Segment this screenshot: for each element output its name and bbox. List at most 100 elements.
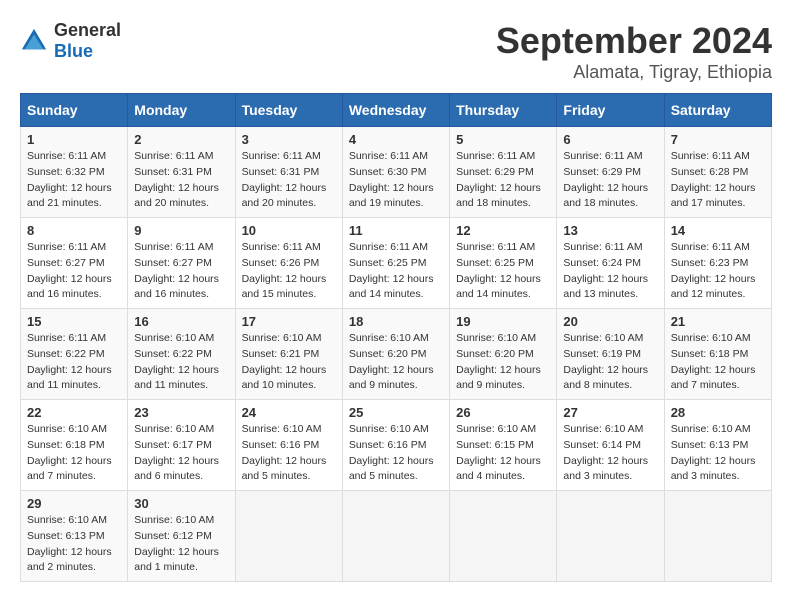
day-info: Sunrise: 6:11 AM Sunset: 6:28 PM Dayligh… (671, 149, 765, 212)
calendar-cell: 11 Sunrise: 6:11 AM Sunset: 6:25 PM Dayl… (342, 218, 449, 309)
logo-icon (20, 27, 48, 55)
calendar-cell (664, 491, 771, 582)
calendar-table: SundayMondayTuesdayWednesdayThursdayFrid… (20, 93, 772, 582)
calendar-cell: 13 Sunrise: 6:11 AM Sunset: 6:24 PM Dayl… (557, 218, 664, 309)
calendar-week-row: 22 Sunrise: 6:10 AM Sunset: 6:18 PM Dayl… (21, 400, 772, 491)
calendar-cell: 5 Sunrise: 6:11 AM Sunset: 6:29 PM Dayli… (450, 127, 557, 218)
day-info: Sunrise: 6:10 AM Sunset: 6:19 PM Dayligh… (563, 331, 657, 394)
day-number: 1 (27, 132, 121, 147)
day-number: 17 (242, 314, 336, 329)
calendar-cell (557, 491, 664, 582)
day-info: Sunrise: 6:10 AM Sunset: 6:12 PM Dayligh… (134, 513, 228, 576)
calendar-cell (235, 491, 342, 582)
day-number: 13 (563, 223, 657, 238)
day-info: Sunrise: 6:10 AM Sunset: 6:16 PM Dayligh… (242, 422, 336, 485)
calendar-cell: 12 Sunrise: 6:11 AM Sunset: 6:25 PM Dayl… (450, 218, 557, 309)
calendar-cell: 18 Sunrise: 6:10 AM Sunset: 6:20 PM Dayl… (342, 309, 449, 400)
calendar-cell: 26 Sunrise: 6:10 AM Sunset: 6:15 PM Dayl… (450, 400, 557, 491)
day-info: Sunrise: 6:10 AM Sunset: 6:20 PM Dayligh… (456, 331, 550, 394)
day-of-week-header: Tuesday (235, 94, 342, 127)
day-number: 14 (671, 223, 765, 238)
day-info: Sunrise: 6:11 AM Sunset: 6:25 PM Dayligh… (349, 240, 443, 303)
day-info: Sunrise: 6:10 AM Sunset: 6:18 PM Dayligh… (671, 331, 765, 394)
title-area: September 2024 Alamata, Tigray, Ethiopia (496, 20, 772, 83)
calendar-cell: 15 Sunrise: 6:11 AM Sunset: 6:22 PM Dayl… (21, 309, 128, 400)
day-info: Sunrise: 6:11 AM Sunset: 6:30 PM Dayligh… (349, 149, 443, 212)
day-number: 5 (456, 132, 550, 147)
day-number: 23 (134, 405, 228, 420)
calendar-cell: 23 Sunrise: 6:10 AM Sunset: 6:17 PM Dayl… (128, 400, 235, 491)
day-number: 19 (456, 314, 550, 329)
calendar-cell: 17 Sunrise: 6:10 AM Sunset: 6:21 PM Dayl… (235, 309, 342, 400)
day-info: Sunrise: 6:11 AM Sunset: 6:26 PM Dayligh… (242, 240, 336, 303)
day-info: Sunrise: 6:11 AM Sunset: 6:27 PM Dayligh… (27, 240, 121, 303)
calendar-cell: 2 Sunrise: 6:11 AM Sunset: 6:31 PM Dayli… (128, 127, 235, 218)
calendar-cell: 8 Sunrise: 6:11 AM Sunset: 6:27 PM Dayli… (21, 218, 128, 309)
day-info: Sunrise: 6:11 AM Sunset: 6:22 PM Dayligh… (27, 331, 121, 394)
calendar-cell: 30 Sunrise: 6:10 AM Sunset: 6:12 PM Dayl… (128, 491, 235, 582)
day-number: 6 (563, 132, 657, 147)
calendar-cell (342, 491, 449, 582)
day-of-week-header: Saturday (664, 94, 771, 127)
day-info: Sunrise: 6:10 AM Sunset: 6:14 PM Dayligh… (563, 422, 657, 485)
calendar-cell: 9 Sunrise: 6:11 AM Sunset: 6:27 PM Dayli… (128, 218, 235, 309)
calendar-cell: 1 Sunrise: 6:11 AM Sunset: 6:32 PM Dayli… (21, 127, 128, 218)
calendar-header-row: SundayMondayTuesdayWednesdayThursdayFrid… (21, 94, 772, 127)
day-number: 18 (349, 314, 443, 329)
logo: General Blue (20, 20, 121, 62)
day-number: 9 (134, 223, 228, 238)
calendar-cell: 4 Sunrise: 6:11 AM Sunset: 6:30 PM Dayli… (342, 127, 449, 218)
calendar-week-row: 29 Sunrise: 6:10 AM Sunset: 6:13 PM Dayl… (21, 491, 772, 582)
day-of-week-header: Sunday (21, 94, 128, 127)
calendar-cell: 14 Sunrise: 6:11 AM Sunset: 6:23 PM Dayl… (664, 218, 771, 309)
calendar-week-row: 15 Sunrise: 6:11 AM Sunset: 6:22 PM Dayl… (21, 309, 772, 400)
day-of-week-header: Friday (557, 94, 664, 127)
day-number: 8 (27, 223, 121, 238)
calendar-cell: 20 Sunrise: 6:10 AM Sunset: 6:19 PM Dayl… (557, 309, 664, 400)
day-number: 2 (134, 132, 228, 147)
day-info: Sunrise: 6:10 AM Sunset: 6:13 PM Dayligh… (27, 513, 121, 576)
day-info: Sunrise: 6:11 AM Sunset: 6:27 PM Dayligh… (134, 240, 228, 303)
day-number: 15 (27, 314, 121, 329)
day-info: Sunrise: 6:11 AM Sunset: 6:31 PM Dayligh… (242, 149, 336, 212)
day-number: 12 (456, 223, 550, 238)
day-number: 25 (349, 405, 443, 420)
day-info: Sunrise: 6:10 AM Sunset: 6:17 PM Dayligh… (134, 422, 228, 485)
day-info: Sunrise: 6:10 AM Sunset: 6:15 PM Dayligh… (456, 422, 550, 485)
logo-text: General Blue (54, 20, 121, 62)
day-number: 16 (134, 314, 228, 329)
day-number: 3 (242, 132, 336, 147)
calendar-cell: 25 Sunrise: 6:10 AM Sunset: 6:16 PM Dayl… (342, 400, 449, 491)
month-title: September 2024 (496, 20, 772, 62)
day-number: 20 (563, 314, 657, 329)
day-info: Sunrise: 6:10 AM Sunset: 6:20 PM Dayligh… (349, 331, 443, 394)
day-info: Sunrise: 6:10 AM Sunset: 6:16 PM Dayligh… (349, 422, 443, 485)
day-info: Sunrise: 6:11 AM Sunset: 6:29 PM Dayligh… (456, 149, 550, 212)
day-info: Sunrise: 6:11 AM Sunset: 6:23 PM Dayligh… (671, 240, 765, 303)
day-number: 10 (242, 223, 336, 238)
day-number: 7 (671, 132, 765, 147)
day-info: Sunrise: 6:11 AM Sunset: 6:24 PM Dayligh… (563, 240, 657, 303)
day-info: Sunrise: 6:10 AM Sunset: 6:13 PM Dayligh… (671, 422, 765, 485)
day-number: 21 (671, 314, 765, 329)
day-number: 11 (349, 223, 443, 238)
day-info: Sunrise: 6:11 AM Sunset: 6:25 PM Dayligh… (456, 240, 550, 303)
calendar-cell: 16 Sunrise: 6:10 AM Sunset: 6:22 PM Dayl… (128, 309, 235, 400)
day-number: 26 (456, 405, 550, 420)
page-header: General Blue September 2024 Alamata, Tig… (20, 20, 772, 83)
logo-general: General (54, 20, 121, 40)
day-number: 28 (671, 405, 765, 420)
calendar-cell: 28 Sunrise: 6:10 AM Sunset: 6:13 PM Dayl… (664, 400, 771, 491)
day-info: Sunrise: 6:10 AM Sunset: 6:18 PM Dayligh… (27, 422, 121, 485)
location-title: Alamata, Tigray, Ethiopia (496, 62, 772, 83)
day-number: 22 (27, 405, 121, 420)
day-of-week-header: Wednesday (342, 94, 449, 127)
calendar-cell: 22 Sunrise: 6:10 AM Sunset: 6:18 PM Dayl… (21, 400, 128, 491)
day-number: 27 (563, 405, 657, 420)
day-info: Sunrise: 6:11 AM Sunset: 6:32 PM Dayligh… (27, 149, 121, 212)
calendar-cell: 27 Sunrise: 6:10 AM Sunset: 6:14 PM Dayl… (557, 400, 664, 491)
calendar-cell: 21 Sunrise: 6:10 AM Sunset: 6:18 PM Dayl… (664, 309, 771, 400)
day-info: Sunrise: 6:10 AM Sunset: 6:22 PM Dayligh… (134, 331, 228, 394)
day-of-week-header: Monday (128, 94, 235, 127)
calendar-cell (450, 491, 557, 582)
